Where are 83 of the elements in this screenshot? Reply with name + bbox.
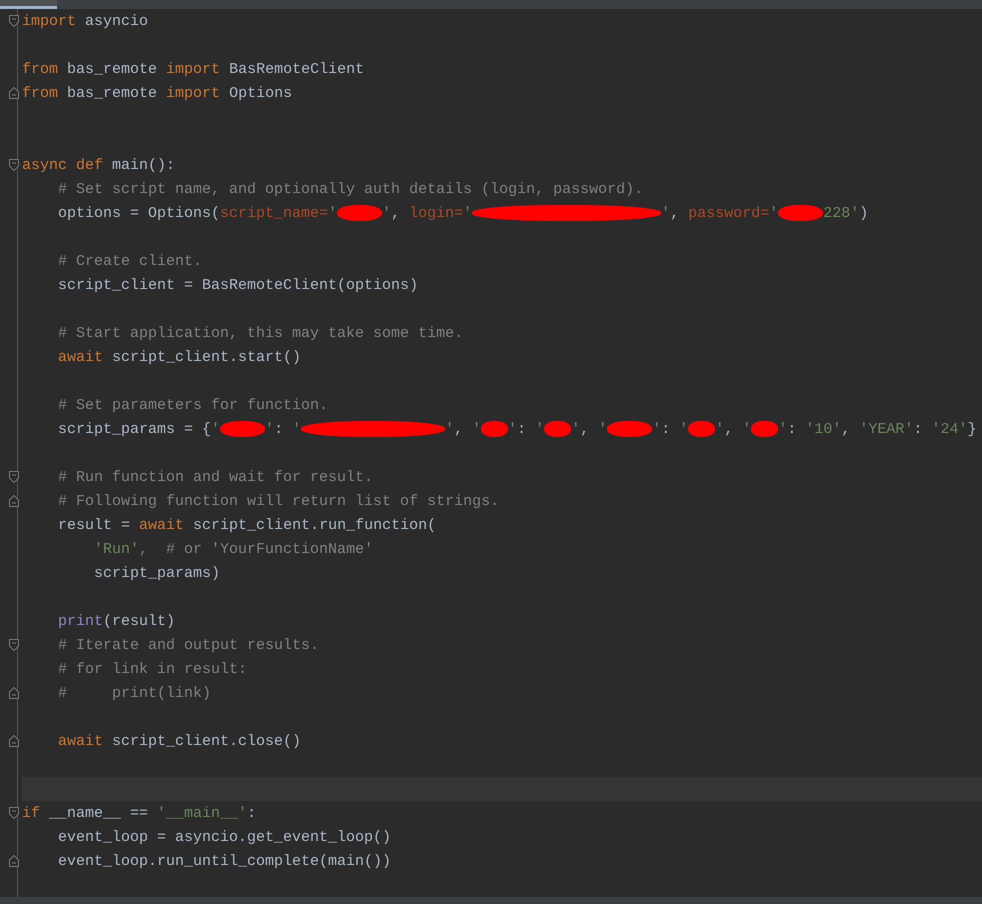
code-line: event_loop = asyncio.get_event_loop() xyxy=(57,828,392,846)
code-text: ' xyxy=(571,420,580,438)
redaction-mark xyxy=(481,421,508,437)
code-line: 'Run', # or 'YourFunctionName' xyxy=(93,540,374,558)
code-line: # Iterate and output results. xyxy=(57,636,320,654)
code-text: ' xyxy=(679,420,688,438)
code-text: , xyxy=(724,420,734,438)
code-line: await script_client.close() xyxy=(57,732,302,750)
code-text: ' xyxy=(742,420,752,438)
editor-tab[interactable] xyxy=(0,0,57,9)
code-text: , xyxy=(580,420,590,438)
code-line: # Following function will return list of strings. xyxy=(57,492,500,510)
fold-icon[interactable] xyxy=(9,687,19,699)
redaction-mark xyxy=(688,421,716,437)
code-text: : xyxy=(517,420,528,438)
fold-icon[interactable] xyxy=(9,471,19,483)
fold-icon[interactable] xyxy=(9,807,19,819)
redaction-mark xyxy=(544,421,572,437)
code-text: password= xyxy=(688,204,770,222)
redaction-mark xyxy=(607,421,652,437)
code-text: '24' xyxy=(931,420,968,438)
code-text: ' xyxy=(265,420,274,438)
redaction-mark xyxy=(751,421,778,437)
code-line: import asyncio xyxy=(22,12,148,30)
fold-icon[interactable] xyxy=(9,15,19,27)
code-text: ) xyxy=(859,204,868,222)
code-line: event_loop.run_until_complete(main()) xyxy=(57,852,392,870)
code-text: ' xyxy=(652,420,662,438)
code-text: , xyxy=(391,204,402,222)
code-line: # Set script name, and optionally auth details (login, password). xyxy=(57,180,644,198)
code-text: ' xyxy=(769,204,778,222)
code-text: , xyxy=(454,420,464,438)
code-line: # for link in result: xyxy=(57,660,248,678)
code-text: script_params = { xyxy=(57,420,212,438)
code-text: ' xyxy=(472,420,482,438)
code-text: ' xyxy=(778,420,788,438)
code-text: 228' xyxy=(823,204,860,222)
fold-icon[interactable] xyxy=(9,735,19,747)
code-text: script_name= xyxy=(220,204,328,222)
code-text: ' xyxy=(328,204,338,222)
code-text: ' xyxy=(661,204,670,222)
code-text: : xyxy=(274,420,284,438)
redaction-mark xyxy=(778,205,824,221)
code-text: ' xyxy=(535,420,544,438)
code-line: if __name__ == '__main__': xyxy=(22,804,256,822)
code-text: ' xyxy=(292,420,302,438)
code-text: ' xyxy=(463,204,472,222)
redaction-mark xyxy=(337,205,382,221)
code-line: # print(link) xyxy=(57,684,212,702)
code-line: await script_client.start() xyxy=(57,348,302,366)
code-line: result = await script_client.run_function( xyxy=(57,516,436,534)
code-text: '10' xyxy=(805,420,842,438)
code-line: script_params) xyxy=(93,564,220,582)
code-text: ' xyxy=(382,204,392,222)
fold-icon[interactable] xyxy=(9,87,19,99)
code-text: } xyxy=(967,420,976,438)
code-line: # Set parameters for function. xyxy=(57,396,328,414)
fold-icon[interactable] xyxy=(9,855,19,867)
code-text: : xyxy=(913,420,924,438)
code-text: ' xyxy=(598,420,608,438)
code-text: ' xyxy=(508,420,518,438)
code-text: , xyxy=(841,420,852,438)
fold-icon[interactable] xyxy=(9,159,19,171)
code-text: 'YEAR' xyxy=(859,420,914,438)
code-text: options = Options( xyxy=(57,204,220,222)
code-text: ' xyxy=(715,420,724,438)
code-text: , xyxy=(670,204,680,222)
code-text: login= xyxy=(409,204,464,222)
code-text: : xyxy=(787,420,798,438)
code-text: ' xyxy=(211,420,220,438)
code-line: print(result) xyxy=(57,612,176,630)
code-line: from bas_remote import BasRemoteClient xyxy=(22,60,364,78)
code-text: : xyxy=(661,420,672,438)
fold-icon[interactable] xyxy=(9,495,19,507)
code-line: from bas_remote import Options xyxy=(22,84,292,102)
code-line: # Start application, this may take some time. xyxy=(57,324,464,342)
code-line: script_client = BasRemoteClient(options) xyxy=(57,276,418,294)
code-line: # Run function and wait for result. xyxy=(57,468,374,486)
fold-icon[interactable] xyxy=(9,639,19,651)
redaction-mark xyxy=(220,421,266,437)
code-text: ' xyxy=(445,420,454,438)
code-line: # Create client. xyxy=(57,252,202,270)
code-line: async def main(): xyxy=(22,156,176,174)
